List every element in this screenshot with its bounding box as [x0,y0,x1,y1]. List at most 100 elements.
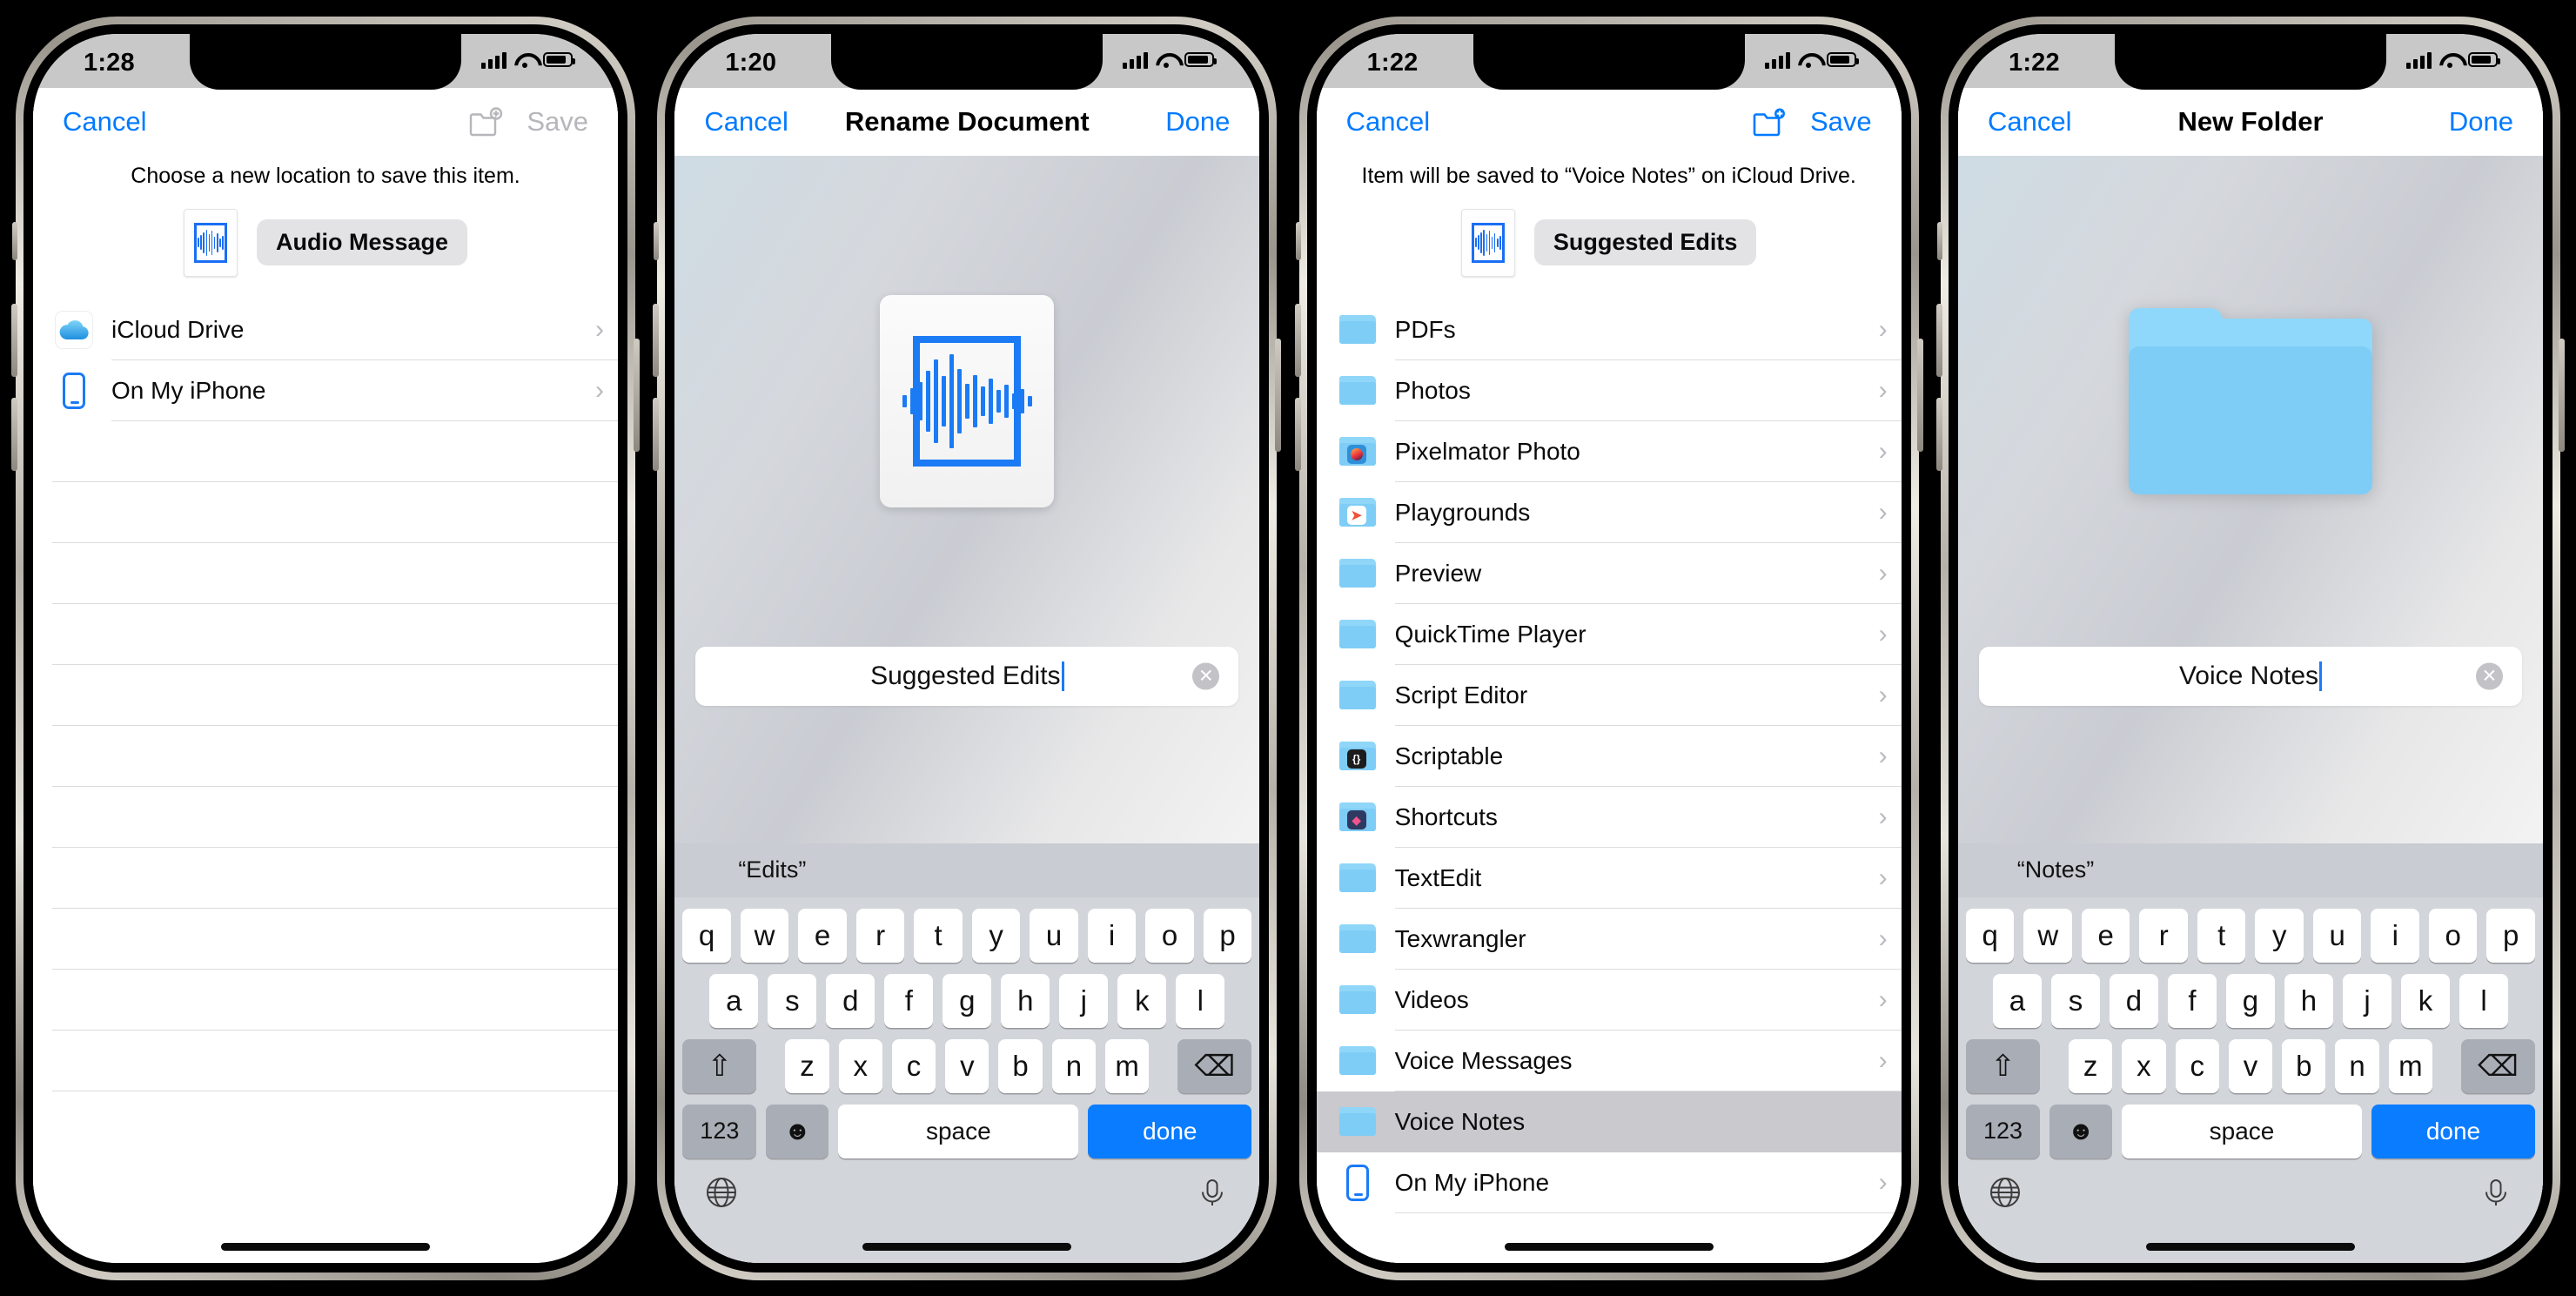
clear-circle-icon[interactable]: ✕ [2475,662,2503,689]
list-item-on-my-iphone[interactable]: On My iPhone › [33,359,618,421]
key-s[interactable]: s [2050,973,2100,1028]
table-row[interactable]: PDFs › [1316,299,1902,360]
save-button[interactable]: Save [527,106,588,138]
key-l[interactable]: l [2459,973,2508,1028]
key-f[interactable]: f [884,973,934,1028]
table-row[interactable]: ◆ Shortcuts › [1316,786,1902,848]
table-row[interactable]: Pixelmator Photo › [1316,420,1902,482]
folder-list[interactable]: PDFs › Photos › Pixelmator Photo › ➤ Pla… [1316,299,1902,1232]
key-w[interactable]: w [740,908,789,963]
key-m[interactable]: m [2388,1038,2432,1093]
key-k[interactable]: k [2400,973,2450,1028]
cancel-button[interactable]: Cancel [704,106,788,138]
key-o[interactable]: o [1145,908,1194,963]
key-p[interactable]: p [1203,908,1252,963]
key-t[interactable]: t [914,908,963,963]
microphone-icon[interactable] [1195,1175,1230,1210]
list-item-icloud-drive[interactable]: iCloud Drive › [33,299,618,360]
suggestion-1[interactable]: “Notes” [1958,856,2153,883]
document-name-chip[interactable]: Audio Message [256,219,468,266]
space-key[interactable]: space [838,1104,1079,1158]
key-r[interactable]: r [855,908,905,963]
key-b[interactable]: b [2282,1038,2326,1093]
volume-down-button[interactable] [653,397,660,471]
table-row[interactable]: Voice Messages › [1316,1030,1902,1091]
key-k[interactable]: k [1117,973,1167,1028]
silent-switch[interactable] [1295,221,1301,260]
key-m[interactable]: m [1105,1038,1150,1093]
volume-up-button[interactable] [1294,303,1301,377]
silent-switch[interactable] [1936,221,1942,260]
save-button[interactable]: Save [1810,106,1872,138]
key-g[interactable]: g [2225,973,2275,1028]
document-name-chip[interactable]: Suggested Edits [1533,219,1757,266]
table-row[interactable]: TextEdit › [1316,847,1902,909]
key-a[interactable]: a [709,973,759,1028]
home-indicator[interactable] [1957,1231,2543,1263]
document-name-input[interactable]: Suggested Edits ✕ [695,646,1239,706]
key-a[interactable]: a [1992,973,2042,1028]
done-button[interactable]: Done [2449,106,2513,138]
new-folder-icon[interactable] [469,106,504,137]
key-d[interactable]: d [826,973,875,1028]
suggestion-bar[interactable]: “Notes” [1957,843,2543,897]
key-e[interactable]: e [2081,908,2130,963]
return-key[interactable]: done [1088,1104,1252,1158]
key-p[interactable]: p [2486,908,2535,963]
key-e[interactable]: e [798,908,847,963]
folder-name-input[interactable]: Voice Notes ✕ [1978,646,2522,706]
volume-down-button[interactable] [11,397,17,471]
table-row[interactable]: QuickTime Player › [1316,603,1902,665]
numbers-key[interactable]: 123 [682,1104,757,1158]
key-c[interactable]: c [2175,1038,2219,1093]
volume-up-button[interactable] [11,303,17,377]
key-g[interactable]: g [943,973,992,1028]
silent-switch[interactable] [12,221,17,260]
on-screen-keyboard[interactable]: “Edits” q w e r t y u i o p a s d f g h … [674,843,1260,1232]
table-row[interactable]: Preview › [1316,542,1902,604]
backspace-icon[interactable]: ⌫ [1177,1038,1252,1093]
table-row[interactable]: On My iPhone › [1316,1152,1902,1213]
key-j[interactable]: j [1059,973,1109,1028]
table-row[interactable]: {} Scriptable › [1316,725,1902,787]
clear-circle-icon[interactable]: ✕ [1192,662,1220,689]
home-indicator[interactable] [33,1231,618,1263]
key-v[interactable]: v [2228,1038,2273,1093]
return-key[interactable]: done [2371,1104,2535,1158]
on-screen-keyboard[interactable]: “Notes” q w e r t y u i o p a s d f g h … [1957,843,2543,1232]
cancel-button[interactable]: Cancel [63,106,147,138]
globe-icon[interactable] [1988,1175,2023,1210]
backspace-icon[interactable]: ⌫ [2460,1038,2535,1093]
power-button[interactable] [1916,338,1923,452]
volume-down-button[interactable] [1935,397,1942,471]
cancel-button[interactable]: Cancel [1988,106,2072,138]
suggestion-bar[interactable]: “Edits” [674,843,1260,897]
globe-icon[interactable] [704,1175,739,1210]
key-u[interactable]: u [1030,908,1078,963]
key-u[interactable]: u [2312,908,2362,963]
key-x[interactable]: x [2122,1038,2166,1093]
key-q[interactable]: q [682,908,731,963]
space-key[interactable]: space [2121,1104,2362,1158]
new-folder-icon[interactable] [1753,107,1788,137]
table-row[interactable]: Script Editor › [1316,664,1902,726]
key-x[interactable]: x [838,1038,882,1093]
shift-arrow-icon[interactable]: ⇧ [682,1038,757,1093]
emoji-smiley-icon[interactable]: ☻ [2049,1104,2112,1158]
key-t[interactable]: t [2197,908,2246,963]
key-z[interactable]: z [785,1038,829,1093]
location-list[interactable]: iCloud Drive › On My iPhone › [33,299,618,1232]
table-row[interactable]: Photos › [1316,359,1902,421]
key-w[interactable]: w [2023,908,2072,963]
table-row-selected[interactable]: Voice Notes [1316,1091,1902,1152]
key-i[interactable]: i [1087,908,1137,963]
volume-down-button[interactable] [1294,397,1301,471]
cancel-button[interactable]: Cancel [1346,106,1431,138]
key-b[interactable]: b [998,1038,1043,1093]
volume-up-button[interactable] [653,303,660,377]
key-j[interactable]: j [2342,973,2392,1028]
key-q[interactable]: q [1965,908,2015,963]
power-button[interactable] [2558,338,2565,452]
key-l[interactable]: l [1176,973,1225,1028]
home-indicator[interactable] [1316,1231,1902,1263]
